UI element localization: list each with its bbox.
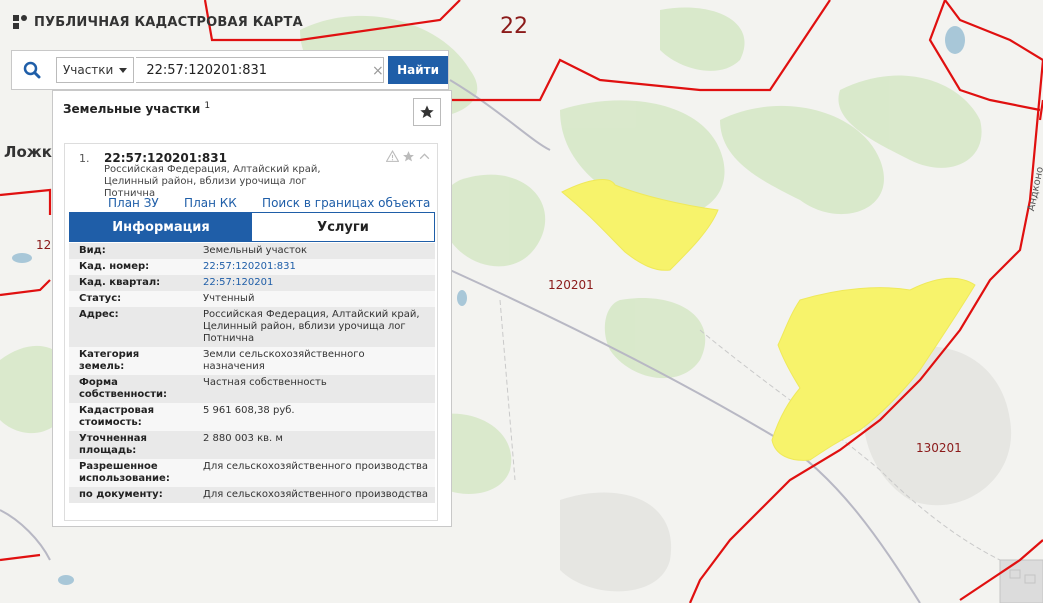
pkk-logo-icon bbox=[13, 15, 27, 29]
panel-title-text: Земельные участки bbox=[63, 102, 201, 116]
tab-services[interactable]: Услуги bbox=[252, 213, 434, 241]
tab-information[interactable]: Информация bbox=[70, 213, 252, 241]
info-row: Вид: Земельный участок bbox=[69, 243, 435, 259]
panel-header: Земельные участки 1 bbox=[53, 91, 451, 131]
clear-icon[interactable]: × bbox=[372, 63, 384, 79]
info-key: Разрешенное использование: bbox=[69, 459, 193, 487]
result-card: 1. 22:57:120201:831 Российская Федерация… bbox=[64, 143, 438, 521]
favorites-button[interactable] bbox=[413, 98, 441, 126]
info-key: Форма собственности: bbox=[69, 375, 193, 403]
search-icon bbox=[23, 61, 41, 79]
info-row: Уточненная площадь: 2 880 003 кв. м bbox=[69, 431, 435, 459]
info-value: Для сельскохозяйственного производства bbox=[193, 487, 435, 503]
chevron-up-icon[interactable] bbox=[418, 150, 431, 163]
info-key: Кад. номер: bbox=[69, 259, 193, 275]
results-panel: Земельные участки 1 1. 22:57:120201:831 … bbox=[52, 90, 452, 527]
search-input[interactable] bbox=[136, 57, 385, 83]
star-outline-icon[interactable] bbox=[402, 150, 415, 163]
chevron-down-icon bbox=[119, 67, 128, 73]
app-header: ПУБЛИЧНАЯ КАДАСТРОВАЯ КАРТА bbox=[12, 14, 303, 30]
info-value: Земли сельскохозяйственного назначения bbox=[193, 347, 435, 375]
info-value: Земельный участок bbox=[193, 243, 435, 259]
info-value: 2 880 003 кв. м bbox=[193, 431, 435, 459]
find-button[interactable]: Найти bbox=[388, 56, 448, 84]
region-label: 22 bbox=[500, 14, 528, 39]
result-cad-number[interactable]: 22:57:120201:831 bbox=[104, 151, 227, 165]
info-value: Российская Федерация, Алтайский край, Це… bbox=[193, 307, 435, 347]
info-value: 5 961 608,38 руб. bbox=[193, 403, 435, 431]
info-row: Кад. квартал: 22:57:120201 bbox=[69, 275, 435, 291]
info-value: Для сельскохозяйственного производства bbox=[193, 459, 435, 487]
info-row: Адрес: Российская Федерация, Алтайский кр… bbox=[69, 307, 435, 347]
quarter-label-120201: 120201 bbox=[548, 278, 594, 292]
info-row: Кад. номер: 22:57:120201:831 bbox=[69, 259, 435, 275]
info-key: по документу: bbox=[69, 487, 193, 503]
info-table: Вид: Земельный участок Кад. номер: 22:57:12… bbox=[69, 243, 435, 503]
info-row: Статус: Учтенный bbox=[69, 291, 435, 307]
star-icon bbox=[420, 105, 434, 118]
result-actions bbox=[386, 150, 431, 163]
info-value: Учтенный bbox=[193, 291, 435, 307]
info-row: Кадастровая стоимость: 5 961 608,38 руб. bbox=[69, 403, 435, 431]
result-number: 1. bbox=[79, 152, 90, 165]
info-value: Частная собственность bbox=[193, 375, 435, 403]
info-key: Адрес: bbox=[69, 307, 193, 347]
result-count: 1 bbox=[204, 101, 211, 111]
info-key: Кад. квартал: bbox=[69, 275, 193, 291]
info-key: Вид: bbox=[69, 243, 193, 259]
info-key: Категория земель: bbox=[69, 347, 193, 375]
search-type-select[interactable]: Участки bbox=[55, 57, 135, 83]
info-key: Уточненная площадь: bbox=[69, 431, 193, 459]
info-row: Форма собственности: Частная собственност… bbox=[69, 375, 435, 403]
info-value[interactable]: 22:57:120201:831 bbox=[193, 259, 435, 275]
info-row: по документу: Для сельскохозяйственного п… bbox=[69, 487, 435, 503]
result-address: Российская Федерация, Алтайский край, Це… bbox=[104, 164, 321, 199]
search-button[interactable] bbox=[12, 51, 52, 89]
quarter-label-130201: 130201 bbox=[916, 441, 962, 455]
search-type-label: Участки bbox=[62, 63, 114, 77]
info-key: Кадастровая стоимость: bbox=[69, 403, 193, 431]
info-value[interactable]: 22:57:120201 bbox=[193, 275, 435, 291]
warning-icon[interactable] bbox=[386, 150, 399, 163]
app-title: ПУБЛИЧНАЯ КАДАСТРОВАЯ КАРТА bbox=[34, 14, 303, 30]
panel-title: Земельные участки 1 bbox=[63, 101, 210, 116]
info-key: Статус: bbox=[69, 291, 193, 307]
info-row: Категория земель: Земли сельскохозяйствен… bbox=[69, 347, 435, 375]
info-row: Разрешенное использование: Для сельскохоз… bbox=[69, 459, 435, 487]
quarter-label-12: 12 bbox=[36, 238, 52, 252]
result-tabs: Информация Услуги bbox=[69, 212, 435, 242]
search-bar: Участки × Найти bbox=[11, 50, 449, 90]
